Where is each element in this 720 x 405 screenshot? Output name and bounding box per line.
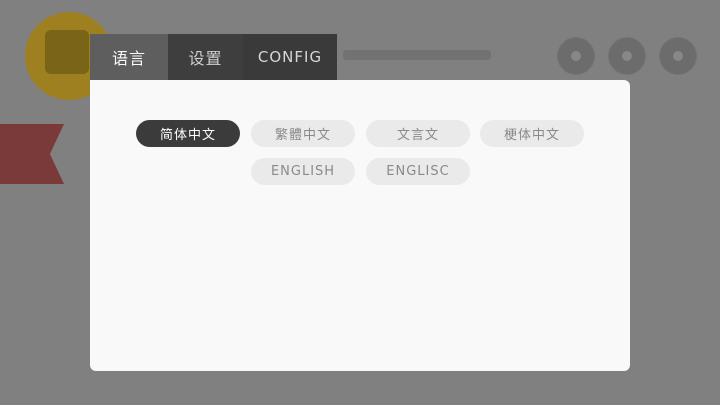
language-option-old-english[interactable]: ENGLISC <box>366 158 470 185</box>
ribbon-banner <box>0 124 64 184</box>
circle-icon <box>622 51 632 61</box>
language-option-simplified-chinese[interactable]: 简体中文 <box>136 120 240 147</box>
avatar-icon <box>45 30 89 74</box>
language-panel: 简体中文 繁體中文 文言文 梗体中文 ENGLISH ENGLISC <box>90 80 630 371</box>
circle-icon <box>673 51 683 61</box>
tab-settings[interactable]: 设置 <box>168 34 243 80</box>
background-circle-button <box>557 37 595 75</box>
language-option-traditional-chinese[interactable]: 繁體中文 <box>251 120 355 147</box>
background-text-bar <box>343 50 491 60</box>
language-option-meme-chinese[interactable]: 梗体中文 <box>480 120 584 147</box>
background-circle-button <box>659 37 697 75</box>
language-option-classical-chinese[interactable]: 文言文 <box>366 120 470 147</box>
language-option-english[interactable]: ENGLISH <box>251 158 355 185</box>
circle-icon <box>571 51 581 61</box>
tab-language[interactable]: 语言 <box>90 34 168 80</box>
background-circle-button <box>608 37 646 75</box>
tab-config[interactable]: CONFIG <box>243 34 337 80</box>
